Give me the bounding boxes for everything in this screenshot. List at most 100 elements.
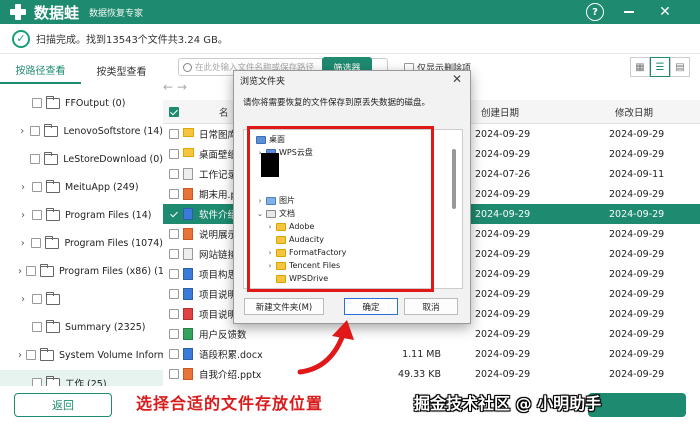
annotation-caption: 选择合适的文件存放位置 — [136, 394, 324, 413]
file-type-icon — [183, 148, 194, 157]
row-checkbox[interactable] — [169, 309, 179, 319]
tree-item-checkbox[interactable] — [30, 126, 41, 136]
tree-item-checkbox[interactable] — [32, 378, 42, 386]
table-row[interactable]: 用户反馈数 2024-09-29 2024-09-29 — [163, 324, 700, 344]
dialog-scrollbar[interactable] — [452, 149, 456, 209]
tree-item[interactable]: › — [0, 286, 163, 312]
app-name: 数据蛙 — [34, 3, 80, 22]
tree-item[interactable]: ›LeStoreDownload (0) — [0, 146, 163, 172]
tree-item-label: Program Files (x86) (1976) — [59, 265, 163, 277]
tree-item[interactable]: ›工作 (25) — [0, 370, 163, 386]
file-created: 2024-09-29 — [475, 128, 531, 140]
tree-item-label: Program Files (14) — [65, 209, 152, 221]
folder-icon — [40, 263, 54, 277]
tree-item-label: FFOutput (0) — [65, 97, 126, 109]
row-checkbox[interactable] — [169, 129, 179, 139]
app-subtitle: 数据恢复专家 — [89, 8, 144, 19]
chevron-right-icon[interactable]: › — [18, 210, 28, 221]
row-checkbox[interactable] — [169, 229, 179, 239]
tree-item[interactable]: ›Summary (2325) — [0, 314, 163, 340]
tree-item-checkbox[interactable] — [32, 322, 42, 332]
file-type-icon — [183, 288, 193, 300]
table-row[interactable]: 自我介绍.pptx 49.33 KB 2024-09-29 2024-09-29 — [163, 364, 700, 384]
col-name[interactable]: 名 — [219, 105, 229, 119]
file-created: 2024-09-29 — [475, 288, 531, 300]
tree-item[interactable]: › MeituApp (249) — [0, 174, 163, 200]
tab-by-path[interactable]: 按路径查看 — [0, 56, 81, 84]
file-size: 1.11 MB — [402, 348, 441, 360]
file-type-icon — [183, 328, 193, 340]
file-type-icon — [183, 348, 193, 360]
row-checkbox[interactable] — [169, 149, 179, 159]
check-circle-icon: ✓ — [12, 29, 30, 48]
col-modified[interactable]: 修改日期 — [615, 105, 653, 119]
tree-item-checkbox[interactable] — [31, 238, 42, 248]
file-size: 49.33 KB — [398, 368, 441, 380]
chevron-right-icon[interactable]: › — [18, 266, 22, 277]
view-tabs: 按路径查看 按类型查看 — [0, 56, 162, 84]
row-checkbox[interactable] — [169, 249, 179, 259]
tree-item-checkbox[interactable] — [30, 154, 41, 164]
select-all-checkbox[interactable] — [169, 106, 179, 117]
tree-item-label: System Volume Information — [59, 349, 163, 361]
tree-item-checkbox[interactable] — [32, 182, 42, 192]
grid-view-icon[interactable]: ▦ — [630, 57, 650, 77]
row-checkbox[interactable] — [169, 169, 179, 179]
chevron-right-icon[interactable]: › — [18, 294, 28, 305]
tab-by-type[interactable]: 按类型查看 — [81, 56, 162, 84]
tree-item-checkbox[interactable] — [26, 266, 36, 276]
forward-arrow-icon[interactable]: → — [177, 80, 187, 94]
back-arrow-icon[interactable]: ← — [163, 80, 173, 94]
file-modified: 2024-09-29 — [609, 348, 665, 360]
chevron-right-icon[interactable]: › — [18, 182, 28, 193]
dialog-close-icon[interactable]: ✕ — [452, 72, 462, 86]
ok-button[interactable]: 确定 — [344, 298, 398, 315]
table-row[interactable]: 语段积累.docx 1.11 MB 2024-09-29 2024-09-29 — [163, 344, 700, 364]
detail-view-icon[interactable]: ▤ — [670, 57, 690, 77]
tree-item[interactable]: › System Volume Information — [0, 342, 163, 368]
file-modified: 2024-09-29 — [609, 188, 665, 200]
close-button[interactable]: ✕ — [656, 3, 674, 21]
row-checkbox[interactable] — [169, 189, 179, 199]
chevron-right-icon[interactable]: › — [18, 126, 26, 137]
nav-arrows: ← → — [163, 80, 243, 100]
file-type-icon — [183, 128, 194, 137]
cancel-button[interactable]: 取消 — [404, 298, 458, 315]
file-modified: 2024-09-29 — [609, 148, 665, 160]
tree-item[interactable]: › Program Files (x86) (1976) — [0, 258, 163, 284]
row-checkbox[interactable] — [169, 329, 179, 339]
recover-button[interactable] — [588, 393, 686, 417]
file-modified: 2024-09-29 — [609, 308, 665, 320]
chevron-right-icon[interactable]: › — [18, 238, 27, 249]
row-checkbox[interactable] — [169, 209, 179, 219]
tree-item-checkbox[interactable] — [32, 210, 42, 220]
dialog-title: 浏览文件夹 — [240, 77, 286, 87]
tree-item[interactable]: ›FFOutput (0) — [0, 90, 163, 116]
tree-item-checkbox[interactable] — [32, 294, 42, 304]
tree-item[interactable]: › Program Files (14) — [0, 202, 163, 228]
minimize-button[interactable] — [620, 3, 638, 21]
file-created: 2024-09-29 — [475, 228, 531, 240]
row-checkbox[interactable] — [169, 269, 179, 279]
folder-icon — [46, 319, 60, 333]
file-modified: 2024-09-29 — [609, 128, 665, 140]
row-checkbox[interactable] — [169, 349, 179, 359]
tree-item-checkbox[interactable] — [32, 98, 42, 108]
col-created[interactable]: 创建日期 — [481, 105, 519, 119]
row-checkbox[interactable] — [169, 289, 179, 299]
list-view-icon[interactable]: ☰ — [650, 57, 670, 77]
file-modified: 2024-09-29 — [609, 328, 665, 340]
folder-icon — [46, 375, 60, 386]
help-button[interactable]: ? — [586, 3, 604, 21]
tree-item[interactable]: › Program Files (1074) — [0, 230, 163, 256]
tree-item[interactable]: › LenovoSoftstore (14) — [0, 118, 163, 144]
file-modified: 2024-09-29 — [609, 368, 665, 380]
back-button[interactable]: 返回 — [14, 393, 112, 417]
file-created: 2024-09-29 — [475, 328, 531, 340]
folder-tree: ›FFOutput (0)›LenovoSoftstore (14)›LeSto… — [0, 90, 163, 386]
row-checkbox[interactable] — [169, 369, 179, 379]
chevron-right-icon[interactable]: › — [18, 350, 22, 361]
new-folder-button[interactable]: 新建文件夹(M) — [244, 298, 324, 315]
tree-item-checkbox[interactable] — [26, 350, 36, 360]
dialog-message: 请你将需要恢复的文件保存到原丢失数据的磁盘。 — [243, 98, 431, 108]
